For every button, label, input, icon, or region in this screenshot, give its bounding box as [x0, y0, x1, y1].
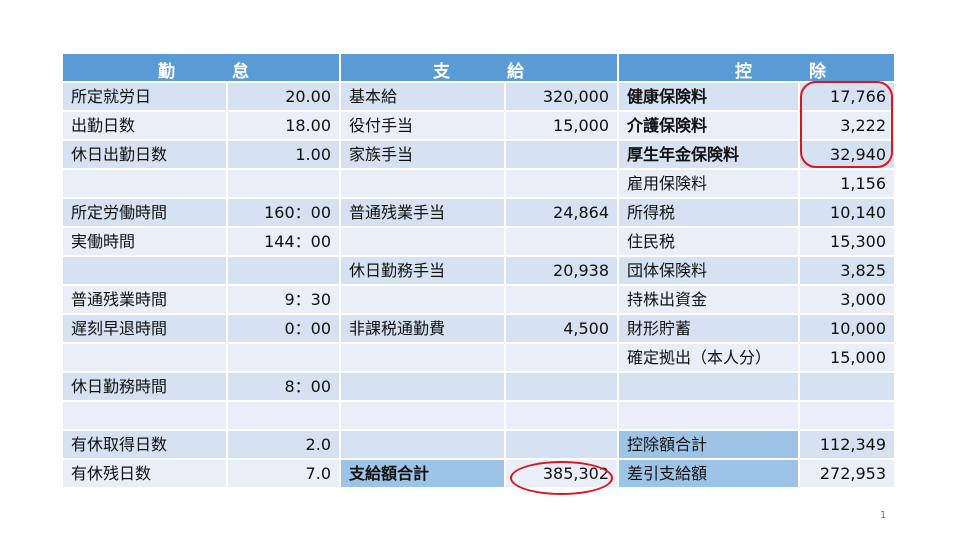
- attendance-label: 有休取得日数: [63, 431, 226, 458]
- deduction-label: 財形貯蓄: [619, 315, 798, 342]
- deduction-label: [619, 402, 798, 429]
- payment-label: 支給額合計: [341, 460, 504, 487]
- header-deduction: 控 除: [619, 54, 894, 82]
- attendance-label: [63, 344, 226, 371]
- deduction-value: 1,156: [800, 170, 894, 197]
- deduction-value: 3,825: [800, 257, 894, 284]
- header-deduction-char-1: 控: [735, 62, 753, 82]
- attendance-label: 休日勤務時間: [63, 373, 226, 400]
- page-number: 1: [880, 510, 887, 521]
- header-payment-char-1: 支: [433, 62, 451, 82]
- attendance-value: 8：00: [228, 373, 339, 400]
- deduction-label: 雇用保険料: [619, 170, 798, 197]
- payment-value: [506, 286, 617, 313]
- deduction-label: 所得税: [619, 199, 798, 226]
- header-payment-char-2: 給: [507, 62, 525, 82]
- header-attendance-char-2: 怠: [232, 62, 250, 82]
- attendance-label: [63, 170, 226, 197]
- attendance-label: [63, 402, 226, 429]
- payment-value: 20,938: [506, 257, 617, 284]
- annotation-circle-insurance: [800, 81, 893, 168]
- deduction-value: 15,000: [800, 344, 894, 371]
- attendance-label: 休日出勤日数: [63, 141, 226, 168]
- payment-label: 普通残業手当: [341, 199, 504, 226]
- payment-value: 320,000: [506, 83, 617, 110]
- payment-value: 24,864: [506, 199, 617, 226]
- header-deduction-char-2: 除: [809, 62, 827, 82]
- attendance-label: 普通残業時間: [63, 286, 226, 313]
- deduction-label: [619, 373, 798, 400]
- payment-value: 15,000: [506, 112, 617, 139]
- attendance-value: [228, 344, 339, 371]
- deduction-label: 持株出資金: [619, 286, 798, 313]
- header-payment: 支 給: [341, 54, 617, 82]
- payment-value: [506, 431, 617, 458]
- payment-value: [506, 170, 617, 197]
- payment-value: [506, 141, 617, 168]
- deduction-value: 3,000: [800, 286, 894, 313]
- payment-value: [506, 344, 617, 371]
- header-attendance: 勤 怠: [63, 54, 339, 82]
- attendance-label: 実働時間: [63, 228, 226, 255]
- attendance-value: 0：00: [228, 315, 339, 342]
- deduction-label: 団体保険料: [619, 257, 798, 284]
- payment-label: 役付手当: [341, 112, 504, 139]
- deduction-label: 厚生年金保険料: [619, 141, 798, 168]
- payment-value: [506, 373, 617, 400]
- attendance-value: [228, 170, 339, 197]
- annotation-ellipse-total-payment: [510, 461, 613, 495]
- payment-label: [341, 170, 504, 197]
- attendance-label: [63, 257, 226, 284]
- payment-value: [506, 228, 617, 255]
- deduction-value: 112,349: [800, 431, 894, 458]
- deduction-label: 差引支給額: [619, 460, 798, 487]
- attendance-label: 所定労働時間: [63, 199, 226, 226]
- deduction-value: 15,300: [800, 228, 894, 255]
- deduction-value: 272,953: [800, 460, 894, 487]
- attendance-value: 7.0: [228, 460, 339, 487]
- attendance-value: 2.0: [228, 431, 339, 458]
- attendance-value: 9：30: [228, 286, 339, 313]
- header-attendance-char-1: 勤: [158, 62, 176, 82]
- attendance-value: [228, 402, 339, 429]
- deduction-label: 確定拠出（本人分）: [619, 344, 798, 371]
- attendance-value: 20.00: [228, 83, 339, 110]
- deduction-label: 住民税: [619, 228, 798, 255]
- attendance-label: 所定就労日: [63, 83, 226, 110]
- attendance-label: 有休残日数: [63, 460, 226, 487]
- attendance-value: [228, 257, 339, 284]
- attendance-value: 1.00: [228, 141, 339, 168]
- deduction-value: [800, 402, 894, 429]
- payment-label: [341, 286, 504, 313]
- payment-value: [506, 402, 617, 429]
- payment-label: [341, 228, 504, 255]
- payment-label: [341, 344, 504, 371]
- payment-label: 非課税通勤費: [341, 315, 504, 342]
- deduction-value: [800, 373, 894, 400]
- attendance-label: 遅刻早退時間: [63, 315, 226, 342]
- payment-label: 家族手当: [341, 141, 504, 168]
- deduction-value: 10,140: [800, 199, 894, 226]
- payment-value: 4,500: [506, 315, 617, 342]
- attendance-value: 144：00: [228, 228, 339, 255]
- payment-label: 基本給: [341, 83, 504, 110]
- payment-label: 休日勤務手当: [341, 257, 504, 284]
- attendance-label: 出勤日数: [63, 112, 226, 139]
- payment-label: [341, 431, 504, 458]
- payment-label: [341, 402, 504, 429]
- deduction-label: 介護保険料: [619, 112, 798, 139]
- deduction-label: 健康保険料: [619, 83, 798, 110]
- deduction-label: 控除額合計: [619, 431, 798, 458]
- attendance-value: 160：00: [228, 199, 339, 226]
- payment-label: [341, 373, 504, 400]
- deduction-value: 10,000: [800, 315, 894, 342]
- attendance-value: 18.00: [228, 112, 339, 139]
